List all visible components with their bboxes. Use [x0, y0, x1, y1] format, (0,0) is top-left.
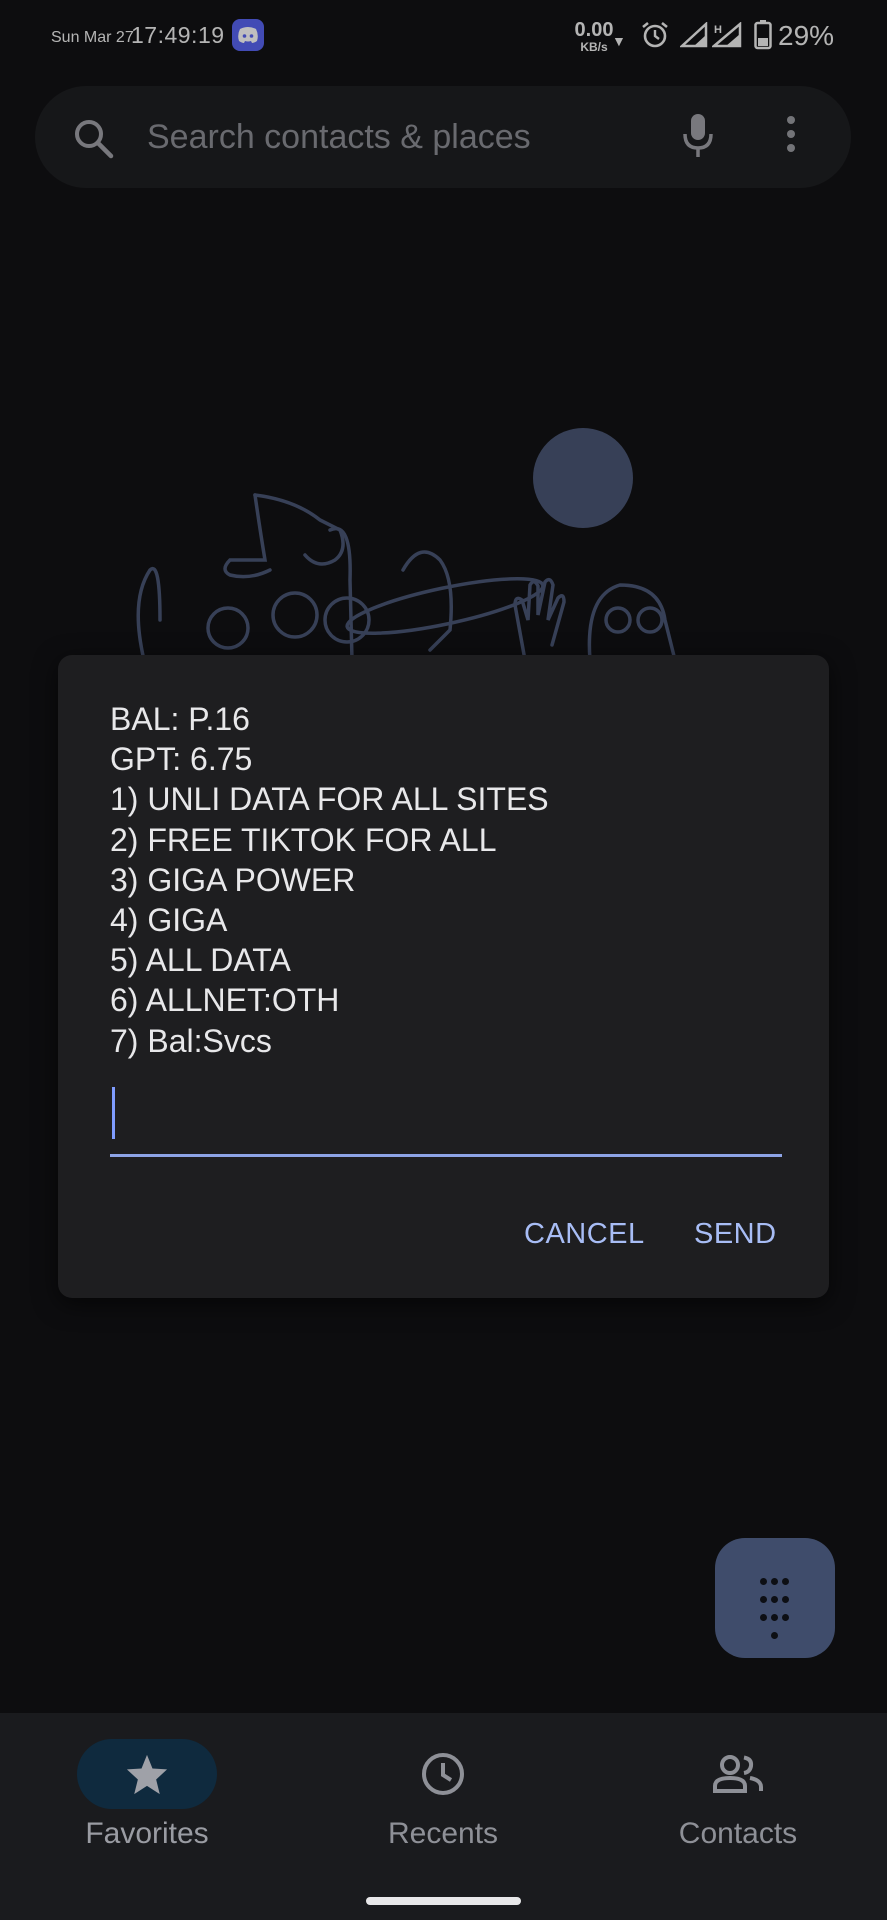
nav-recents-label: Recents [387, 1817, 499, 1850]
ussd-reply-input[interactable] [110, 1082, 782, 1157]
ussd-dialog: BAL: P.16 GPT: 6.75 1) UNLI DATA FOR ALL… [58, 655, 829, 1298]
dialpad-icon [758, 1574, 794, 1646]
nav-contacts[interactable]: Contacts [638, 1739, 838, 1851]
nav-favorites[interactable]: Favorites [47, 1739, 247, 1851]
nav-contacts-label: Contacts [678, 1817, 798, 1850]
ussd-line-gpt: GPT: 6.75 [110, 741, 253, 778]
cancel-button[interactable]: CANCEL [516, 1210, 653, 1259]
ussd-option: 2) FREE TIKTOK FOR ALL [110, 821, 497, 858]
ussd-option: 7) Bal:Svcs [110, 1022, 272, 1059]
ussd-option: 1) UNLI DATA FOR ALL SITES [110, 781, 549, 818]
ussd-option: 3) GIGA POWER [110, 861, 356, 898]
text-cursor [112, 1087, 115, 1139]
ussd-option: 4) GIGA [110, 902, 228, 939]
bottom-navigation: Favorites Recents Contacts [0, 1713, 887, 1920]
dialpad-button[interactable] [715, 1538, 835, 1658]
star-icon [126, 1754, 168, 1795]
send-button[interactable]: SEND [686, 1210, 785, 1259]
nav-favorites-label: Favorites [85, 1817, 209, 1850]
ussd-message: BAL: P.16 GPT: 6.75 1) UNLI DATA FOR ALL… [110, 699, 549, 1061]
nav-recents[interactable]: Recents [343, 1739, 543, 1851]
home-indicator [366, 1897, 521, 1905]
people-icon [713, 1755, 763, 1793]
ussd-option: 6) ALLNET:OTH [110, 982, 340, 1019]
ussd-line-balance: BAL: P.16 [110, 701, 250, 737]
clock-icon [422, 1753, 464, 1795]
ussd-option: 5) ALL DATA [110, 942, 291, 979]
